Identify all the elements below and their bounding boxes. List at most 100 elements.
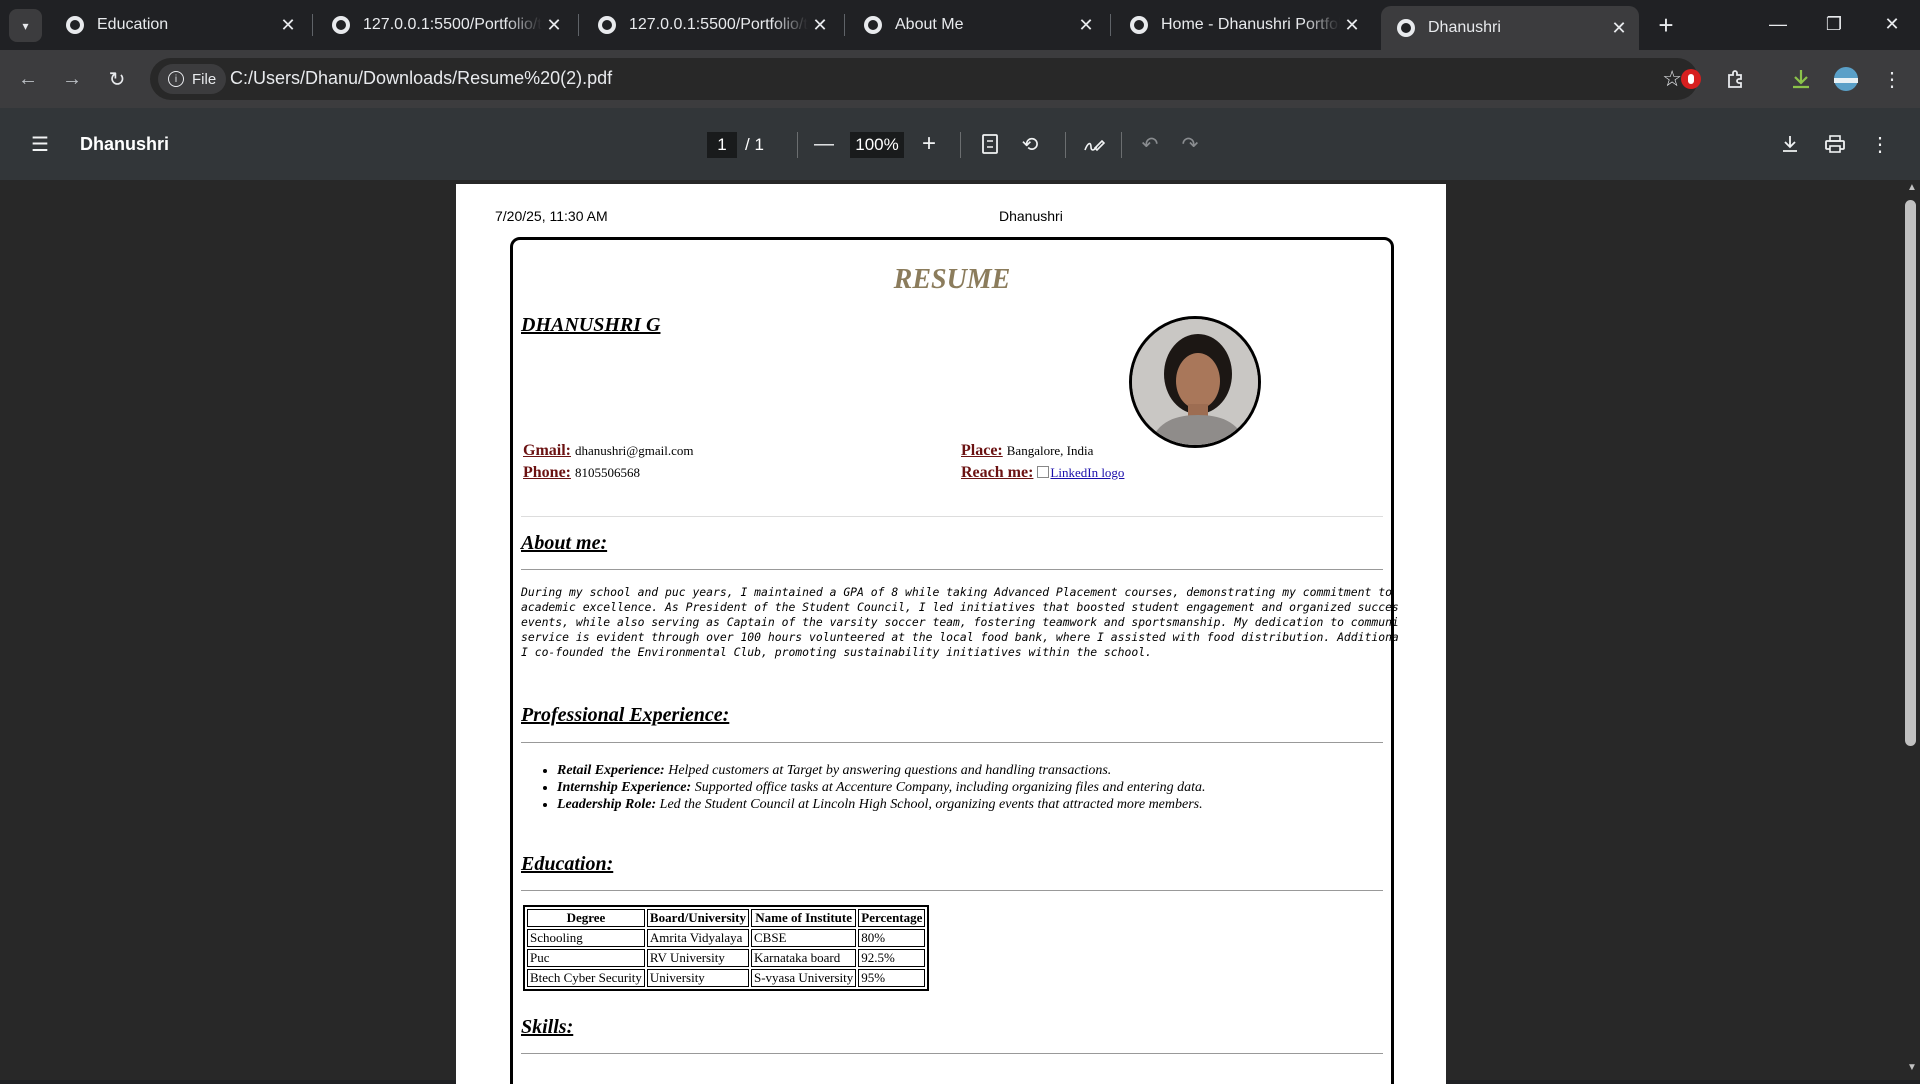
close-icon[interactable]: ✕: [1074, 13, 1098, 37]
zoom-level-input[interactable]: 100%: [850, 132, 904, 158]
tab-dhanushri-active[interactable]: Dhanushri ✕: [1381, 6, 1639, 50]
list-item: Leadership Role: Led the Student Council…: [557, 796, 1206, 813]
print-icon[interactable]: [1819, 128, 1851, 160]
table-cell: Karnataka board: [750, 949, 857, 967]
profile-avatar[interactable]: [1830, 63, 1862, 95]
scroll-down-arrow-icon[interactable]: ▼: [1904, 1062, 1920, 1076]
tab-title: Home - Dhanushri Portfolio: [1161, 16, 1340, 33]
download-icon[interactable]: [1785, 63, 1817, 95]
linkedin-link[interactable]: LinkedIn logo: [1037, 465, 1124, 480]
restore-button[interactable]: ❐: [1814, 6, 1854, 42]
place-label: Place:: [961, 442, 1003, 459]
annotate-pen-icon[interactable]: [1078, 128, 1110, 160]
experience-label: Internship Experience:: [557, 780, 692, 795]
arrow-right-icon: →: [62, 67, 82, 90]
chip-label: File: [192, 70, 217, 88]
profile-photo: [1129, 316, 1261, 448]
reload-icon: ↻: [108, 68, 126, 91]
more-actions-icon[interactable]: ⋮: [1864, 128, 1896, 160]
education-heading: Education:: [521, 853, 614, 875]
print-header-date: 7/20/25, 11:30 AM: [495, 208, 608, 224]
forward-button[interactable]: →: [56, 63, 88, 95]
download-pdf-icon[interactable]: [1774, 128, 1806, 160]
toolbar-divider: [960, 132, 961, 158]
table-cell: CBSE: [750, 929, 857, 947]
fit-page-icon[interactable]: [974, 128, 1006, 160]
toolbar-divider: [797, 132, 798, 158]
column-header: Board/University: [646, 909, 749, 927]
tab-about-me[interactable]: About Me ✕: [848, 6, 1106, 44]
extension-red-icon[interactable]: [1675, 63, 1707, 95]
browser-menu-icon[interactable]: ⋮: [1876, 63, 1908, 95]
table-row: Puc RV University Karnataka board 92.5%: [527, 949, 926, 967]
column-header: Name of Institute: [750, 909, 857, 927]
tab-home-portfolio[interactable]: Home - Dhanushri Portfolio ✕: [1114, 6, 1372, 44]
zoom-in-icon[interactable]: +: [913, 128, 945, 160]
tab-title: Education: [97, 16, 169, 33]
close-icon[interactable]: ✕: [542, 13, 566, 37]
table-cell: 92.5%: [858, 949, 926, 967]
window-close-button[interactable]: ✕: [1872, 6, 1912, 42]
address-bar[interactable]: i File C:/Users/Dhanu/Downloads/Resume%2…: [150, 58, 1698, 100]
tab-education[interactable]: Education ✕: [50, 6, 308, 44]
experience-heading: Professional Experience:: [521, 704, 730, 726]
page-number-input[interactable]: 1: [707, 132, 737, 158]
site-info-chip[interactable]: i File: [158, 64, 227, 94]
about-text: During my school and puc years, I mainta…: [521, 585, 1399, 659]
back-button[interactable]: ←: [12, 63, 44, 95]
linkedin-link-text: LinkedIn logo: [1050, 465, 1125, 480]
phone-line: Phone: 8105506568: [523, 464, 640, 482]
resume-heading: RESUME: [893, 264, 1011, 295]
info-icon: i: [168, 71, 184, 87]
reload-button[interactable]: ↻: [101, 63, 133, 95]
divider: [521, 1053, 1383, 1054]
pdf-viewer: 7/20/25, 11:30 AM Dhanushri RESUME DHANU…: [0, 180, 1920, 1084]
pdf-toolbar: ☰ Dhanushri 1 / 1 — 100% + ⟲ ↶ ↷ ⋮: [0, 108, 1920, 180]
table-cell: S-vyasa University: [750, 969, 857, 987]
pdf-document-title: Dhanushri: [80, 134, 170, 154]
zoom-out-icon[interactable]: —: [808, 128, 840, 160]
table-cell: Puc: [527, 949, 645, 967]
globe-icon: [66, 16, 84, 34]
tab-search-button[interactable]: ▾: [9, 9, 42, 42]
phone-value: 8105506568: [575, 465, 640, 480]
about-heading: About me:: [521, 532, 608, 554]
reach-label: Reach me:: [961, 464, 1034, 481]
new-tab-button[interactable]: +: [1651, 10, 1681, 40]
table-cell: 80%: [858, 929, 926, 947]
url-text[interactable]: C:/Users/Dhanu/Downloads/Resume%20(2).pd…: [230, 68, 612, 89]
table-row: Schooling Amrita Vidyalaya CBSE 80%: [527, 929, 926, 947]
scroll-up-arrow-icon[interactable]: ▲: [1904, 182, 1920, 196]
education-table: Degree Board/University Name of Institut…: [523, 905, 930, 991]
close-icon[interactable]: ✕: [1340, 13, 1364, 37]
divider: [521, 890, 1383, 891]
arrow-left-icon: ←: [18, 67, 38, 90]
table-cell: Schooling: [527, 929, 645, 947]
candidate-name: DHANUSHRI G: [521, 314, 661, 336]
minimize-button[interactable]: —: [1758, 6, 1798, 42]
redo-icon[interactable]: ↷: [1174, 128, 1206, 160]
toolbar-divider: [1065, 132, 1066, 158]
reach-line: Reach me: LinkedIn logo: [961, 464, 1124, 482]
close-icon[interactable]: ✕: [808, 13, 832, 37]
column-header: Percentage: [858, 909, 926, 927]
close-icon[interactable]: ✕: [1607, 16, 1631, 40]
rotate-icon[interactable]: ⟲: [1014, 128, 1046, 160]
print-header-title: Dhanushri: [999, 208, 1063, 224]
sidebar-menu-icon[interactable]: ☰: [24, 128, 56, 160]
table-cell: RV University: [646, 949, 749, 967]
tab-separator: [1110, 14, 1111, 36]
scrollbar-thumb[interactable]: [1905, 200, 1916, 746]
table-cell: Amrita Vidyalaya: [646, 929, 749, 947]
tab-localhost-1[interactable]: 127.0.0.1:5500/Portfolio/templates/ ✕: [316, 6, 574, 44]
tab-localhost-2[interactable]: 127.0.0.1:5500/Portfolio/templates/ ✕: [582, 6, 840, 44]
undo-icon[interactable]: ↶: [1134, 128, 1166, 160]
toolbar-divider: [1121, 132, 1122, 158]
place-line: Place: Bangalore, India: [961, 442, 1093, 460]
table-header-row: Degree Board/University Name of Institut…: [527, 909, 926, 927]
extensions-puzzle-icon[interactable]: [1720, 63, 1752, 95]
table-cell: Btech Cyber Security: [527, 969, 645, 987]
browser-toolbar: ← → ↻ i File C:/Users/Dhanu/Downloads/Re…: [0, 50, 1920, 108]
close-icon[interactable]: ✕: [276, 13, 300, 37]
column-header: Degree: [527, 909, 645, 927]
